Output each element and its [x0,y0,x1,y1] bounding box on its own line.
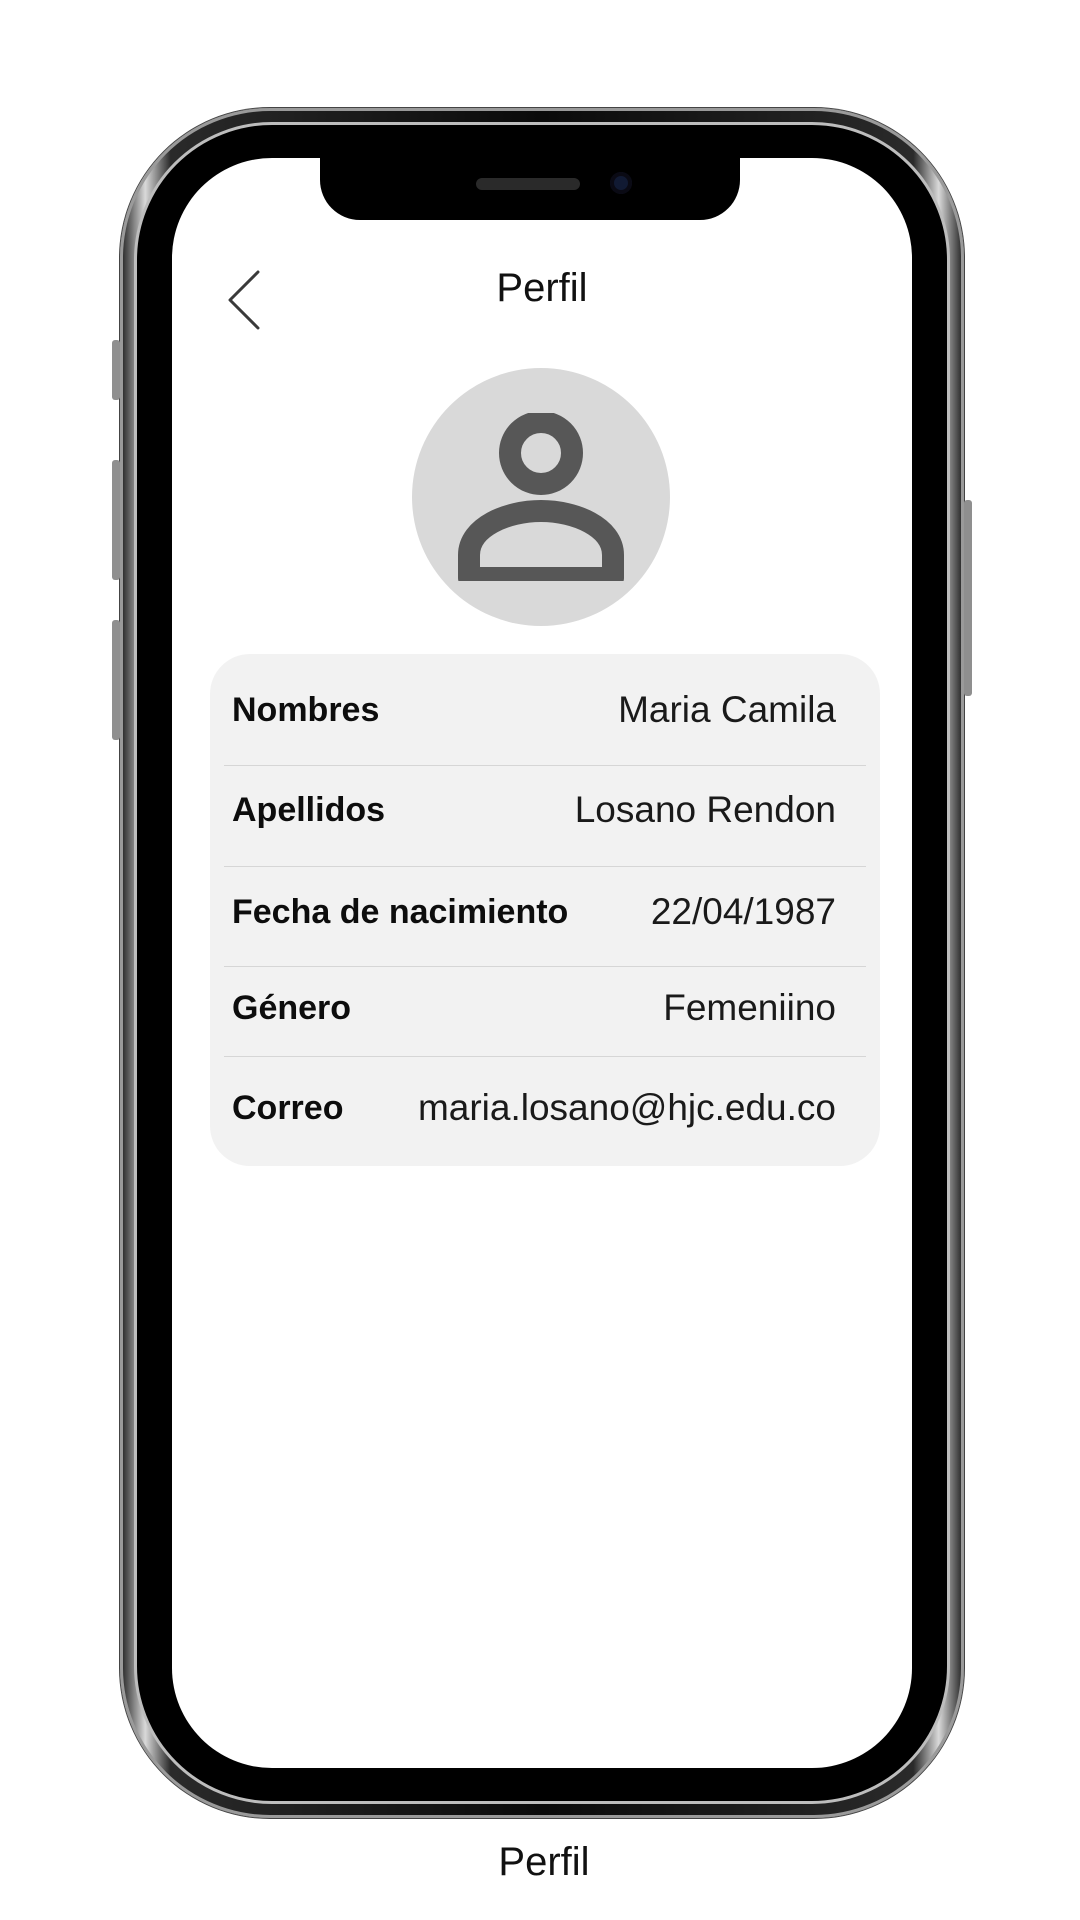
front-camera [610,172,632,194]
row-value: Losano Rendon [574,789,836,830]
user-icon [458,413,624,581]
row-value: 22/04/1987 [650,891,836,932]
volume-up-button [112,460,120,580]
profile-row-apellidos: Apellidos Losano Rendon [224,768,866,852]
divider [224,1056,866,1057]
row-value: Maria Camila [618,689,836,730]
row-label: Apellidos [232,790,386,829]
profile-row-nombres: Nombres Maria Camila [224,668,866,752]
mute-switch [112,340,120,400]
row-label: Correo [232,1088,344,1127]
divider [224,765,866,766]
page-title: Perfil [496,266,588,310]
notch [320,158,740,220]
power-button [964,500,972,696]
profile-card: Nombres Maria Camila Apellidos Losano Re… [210,654,880,1166]
row-value: Femeniino [663,987,836,1028]
profile-row-correo: Correo maria.losano@hjc.edu.co [224,1064,866,1152]
row-label: Fecha de nacimiento [232,892,569,931]
phone-screen: Perfil Nombres Maria Camila Apellidos Lo… [172,158,912,1768]
volume-down-button [112,620,120,740]
row-value: maria.losano@hjc.edu.co [417,1087,836,1128]
row-label: Género [232,988,352,1027]
phone-frame: Perfil Nombres Maria Camila Apellidos Lo… [112,108,972,1818]
divider [224,866,866,867]
profile-row-genero: Género Femeniino [224,968,866,1048]
avatar[interactable] [412,368,670,626]
row-label: Nombres [232,690,380,729]
speaker-grille [476,178,580,190]
profile-row-fecha-de-nacimiento: Fecha de nacimiento 22/04/1987 [224,870,866,954]
divider [224,966,866,967]
screen-caption: Perfil [498,1840,590,1884]
